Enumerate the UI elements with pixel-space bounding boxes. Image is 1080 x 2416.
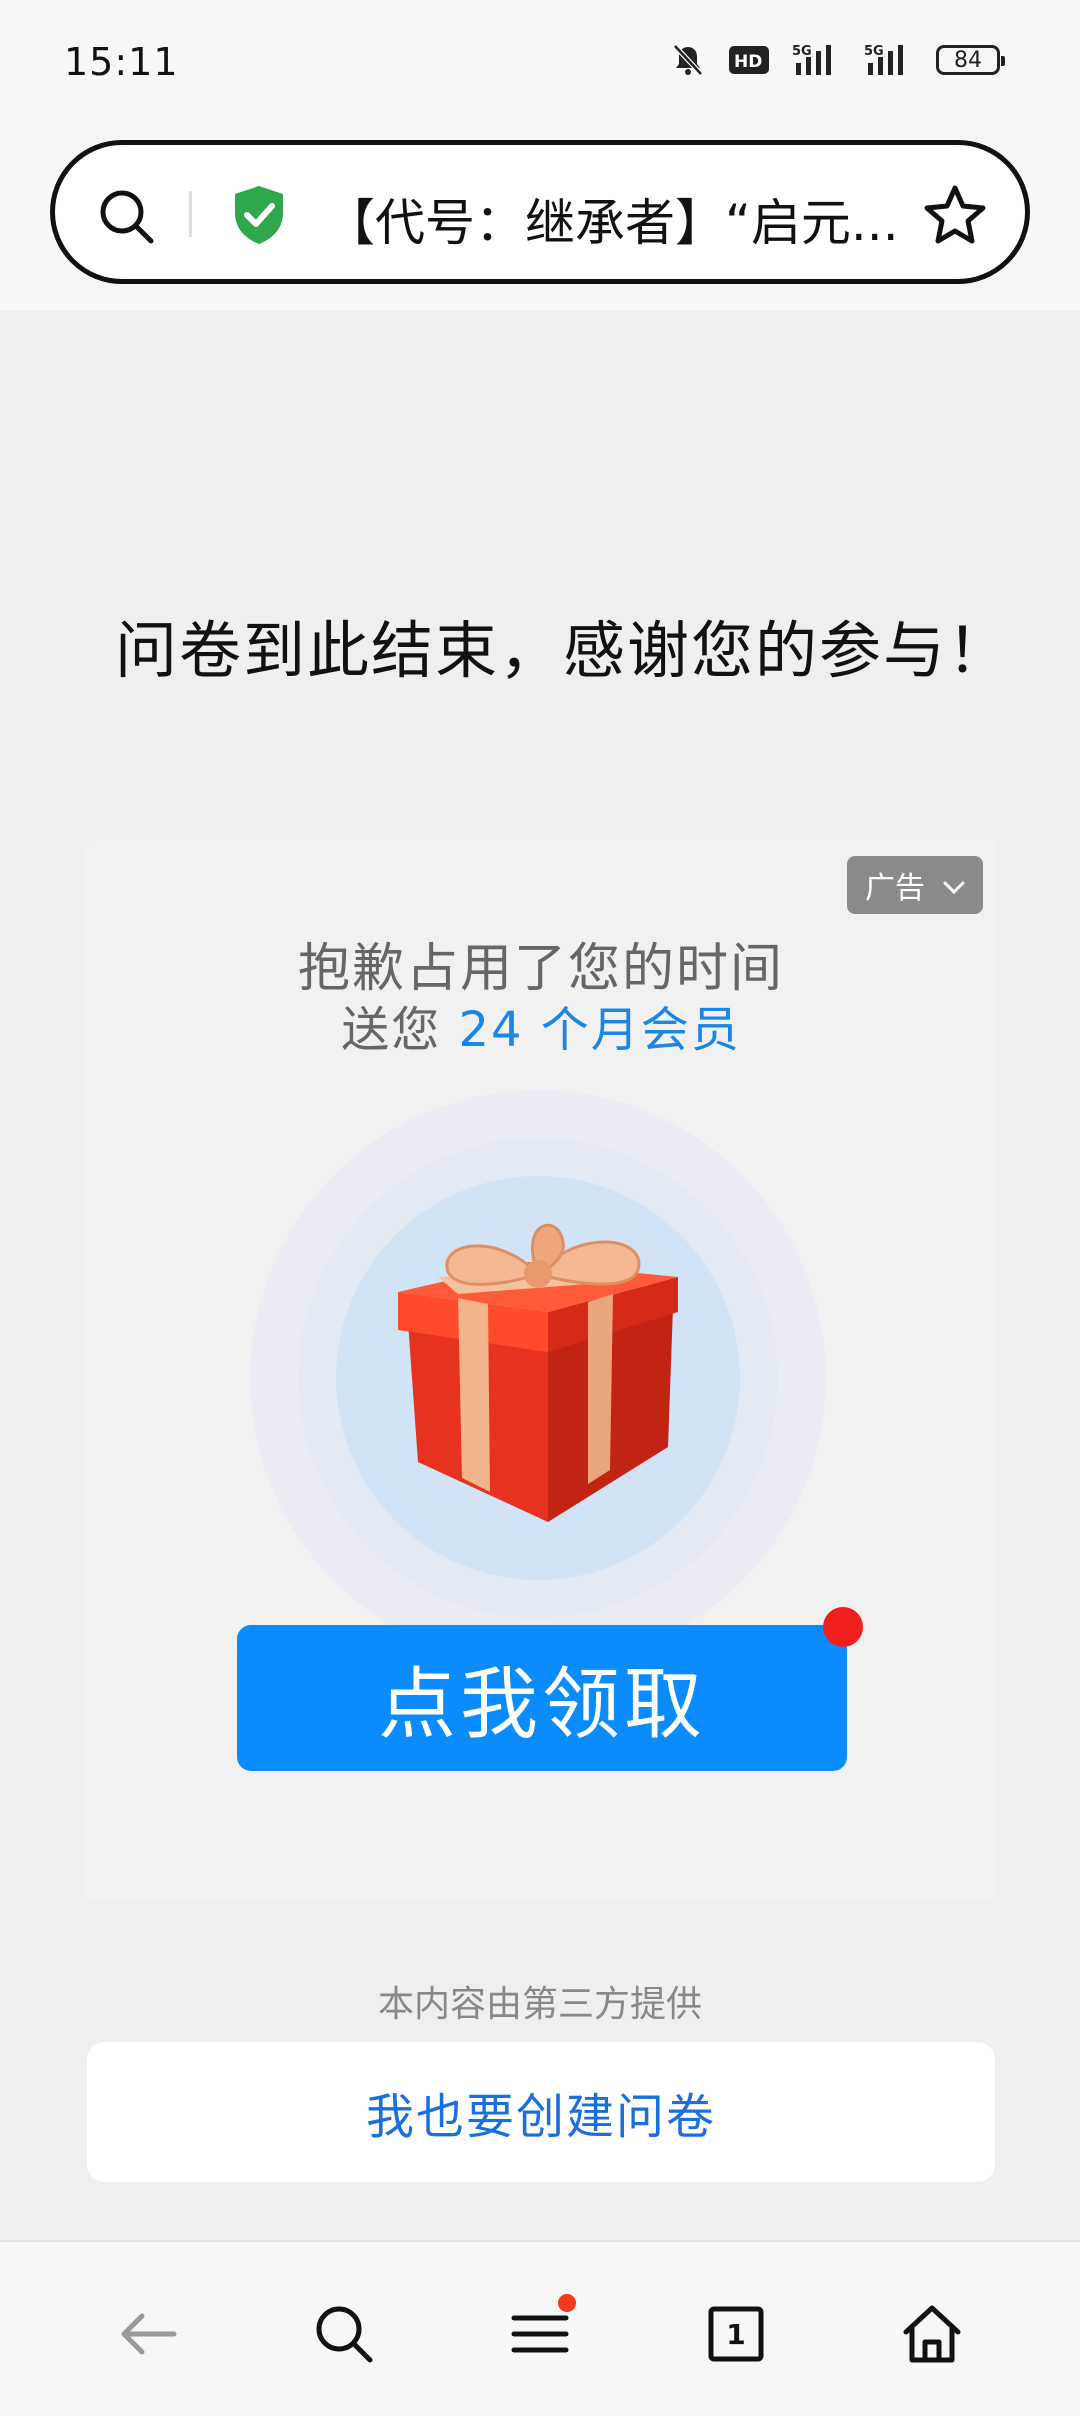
- svg-text:HD: HD: [734, 52, 762, 72]
- shield-check-icon[interactable]: [231, 183, 287, 251]
- signal-5g-icon: 5G: [864, 43, 914, 77]
- status-bar: 15:11 HD 5G 5G 84: [0, 0, 1080, 130]
- page-title[interactable]: 【代号：继承者】“启元...: [325, 183, 905, 255]
- bell-muted-icon: [670, 42, 706, 78]
- battery-level: 84: [954, 47, 982, 73]
- status-icons: HD 5G 5G 84: [670, 42, 1005, 78]
- search-icon[interactable]: [304, 2294, 384, 2374]
- battery-indicator: 84: [936, 45, 1005, 75]
- ad-subline-highlight: 24 个月会员: [458, 1002, 741, 1058]
- ad-badge[interactable]: 广告: [847, 856, 983, 914]
- third-party-note: 本内容由第三方提供: [377, 1984, 702, 2025]
- page-content: 问卷到此结束，感谢您的参与！ 广告 抱歉占用了您的时间 送您 24 个月会员 点…: [0, 310, 1080, 2240]
- ad-card[interactable]: 广告 抱歉占用了您的时间 送您 24 个月会员 点我领取: [85, 840, 997, 1900]
- address-bar[interactable]: 【代号：继承者】“启元...: [50, 140, 1030, 284]
- gift-halo-inner: [336, 1176, 740, 1580]
- gift-box-icon: [398, 1212, 678, 1536]
- create-survey-label: 我也要创建问卷: [365, 2089, 716, 2145]
- ad-subline-prefix: 送您: [341, 1002, 459, 1058]
- status-time: 15:11: [64, 40, 179, 84]
- home-icon[interactable]: [892, 2294, 972, 2374]
- signal-5g-icon: 5G: [792, 43, 842, 77]
- svg-text:5G: 5G: [792, 44, 812, 59]
- claim-button-label: 点我领取: [377, 1660, 706, 1750]
- ad-badge-label: 广告: [865, 871, 925, 906]
- menu-notification-dot: [558, 2294, 576, 2312]
- tab-count: 1: [726, 2317, 746, 2351]
- bottom-nav: 1: [0, 2240, 1080, 2416]
- notification-dot: [823, 1607, 863, 1647]
- end-message: 问卷到此结束，感谢您的参与！: [115, 614, 1012, 687]
- ad-subline: 送您 24 个月会员: [85, 990, 997, 1060]
- tabs-icon[interactable]: 1: [696, 2294, 776, 2374]
- gift-halo-mid: [298, 1138, 778, 1618]
- search-icon[interactable]: [95, 185, 159, 253]
- star-icon[interactable]: [923, 183, 987, 251]
- create-survey-button[interactable]: 我也要创建问卷: [87, 2042, 995, 2182]
- claim-button[interactable]: 点我领取: [237, 1607, 863, 1771]
- address-bar-area: 【代号：继承者】“启元...: [0, 130, 1080, 310]
- hd-icon: HD: [728, 45, 770, 75]
- menu-icon[interactable]: [500, 2294, 580, 2374]
- svg-text:5G: 5G: [864, 44, 884, 59]
- divider: [189, 191, 192, 237]
- gift-halo: [250, 1090, 826, 1666]
- chevron-down-icon: [943, 868, 965, 903]
- back-arrow-icon[interactable]: [108, 2294, 188, 2374]
